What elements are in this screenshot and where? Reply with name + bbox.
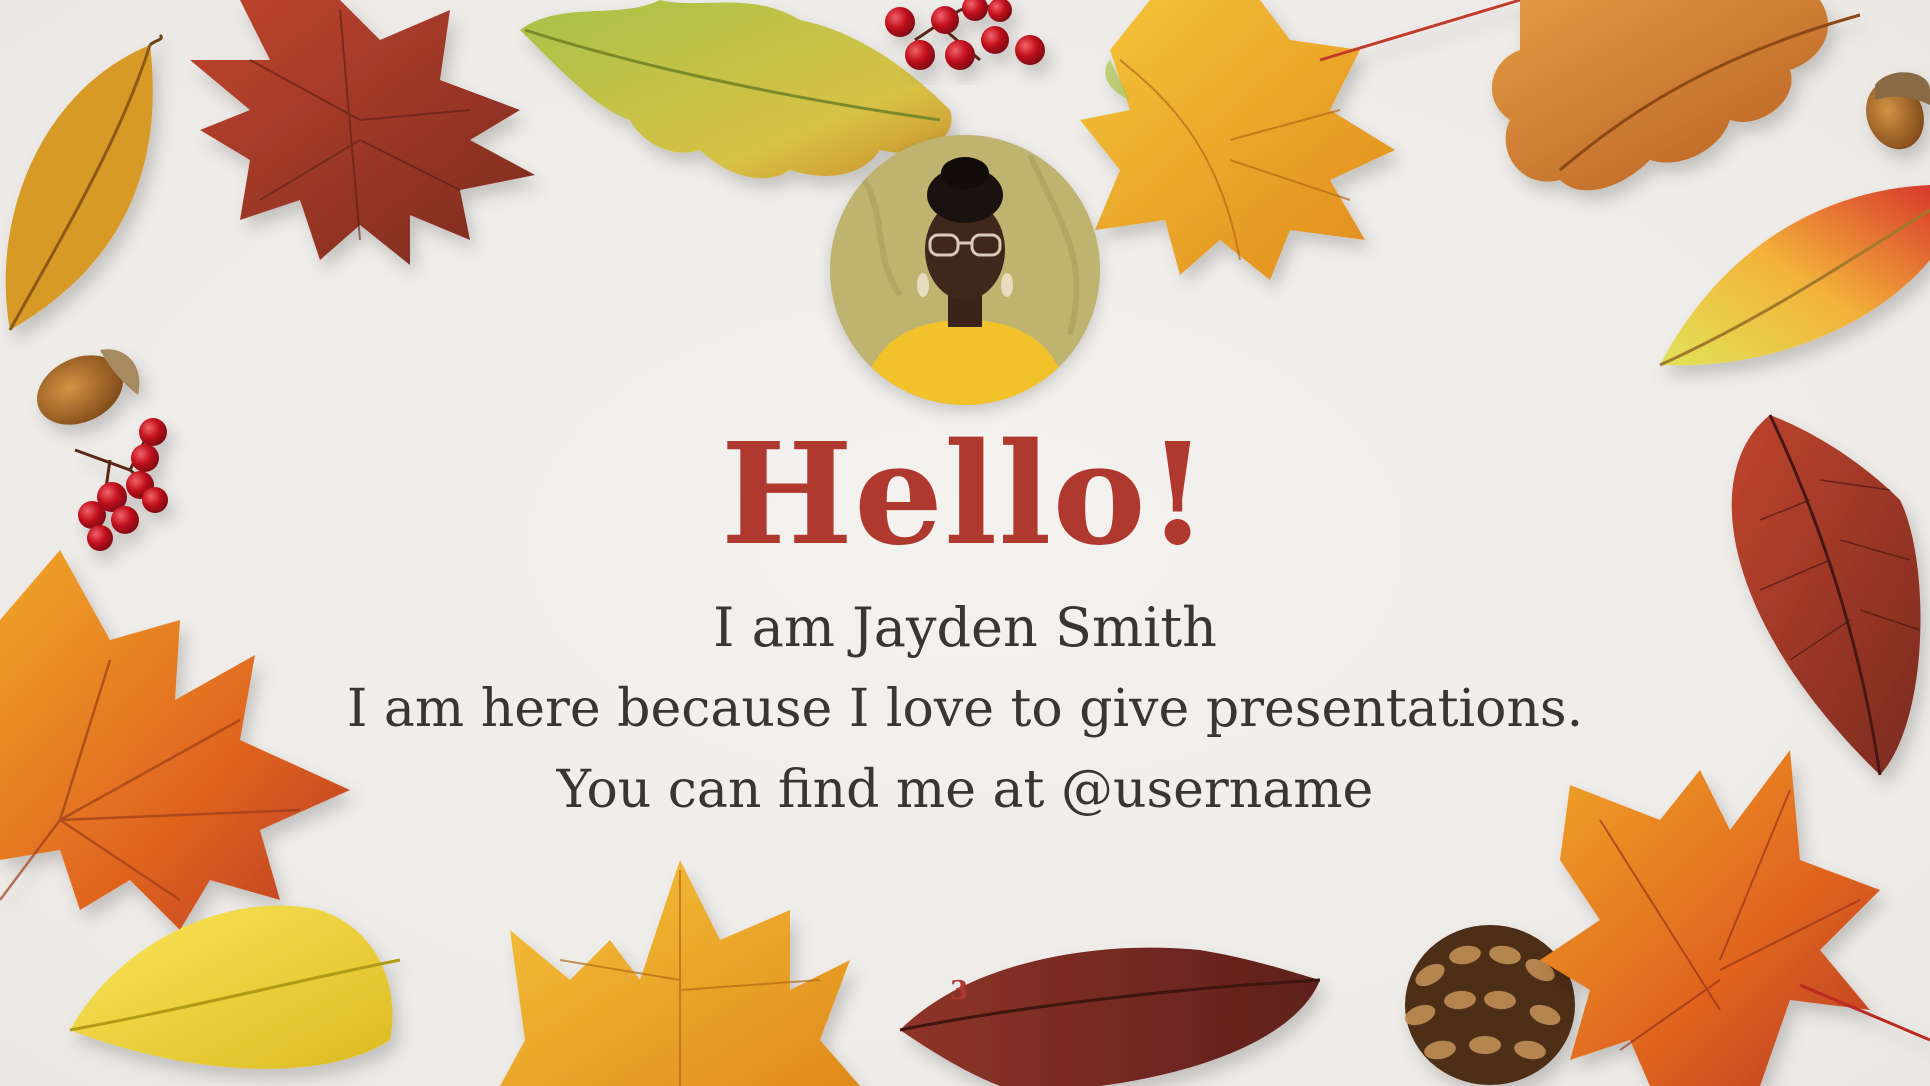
leaf-bottom-left-yellow — [69, 905, 401, 1069]
slide: Hello! I am Jayden Smith I am here becau… — [0, 0, 1930, 1086]
leaf-top-left — [5, 33, 163, 331]
red-berries-top — [885, 0, 1045, 70]
pine-cone — [1404, 925, 1575, 1085]
slide-title: Hello! — [720, 413, 1210, 577]
maple-leaf-top-red — [190, 0, 535, 265]
bio-text: I am here because I love to give present… — [346, 679, 1584, 739]
leaf-bottom-wine — [899, 947, 1321, 1086]
maple-leaf-bottom-yellow — [500, 860, 860, 1086]
page-number: 3 — [950, 976, 969, 1006]
presenter-name: I am Jayden Smith — [713, 596, 1217, 659]
oak-leaf-top-brown — [1491, 0, 1861, 191]
birch-leaf-right-multicolor — [1659, 185, 1930, 367]
acorn-top-right — [1866, 72, 1930, 150]
contact-text: You can find me at @username — [556, 760, 1374, 820]
maple-leaf-top-yellow — [1080, 0, 1521, 280]
profile-photo — [830, 135, 1100, 405]
